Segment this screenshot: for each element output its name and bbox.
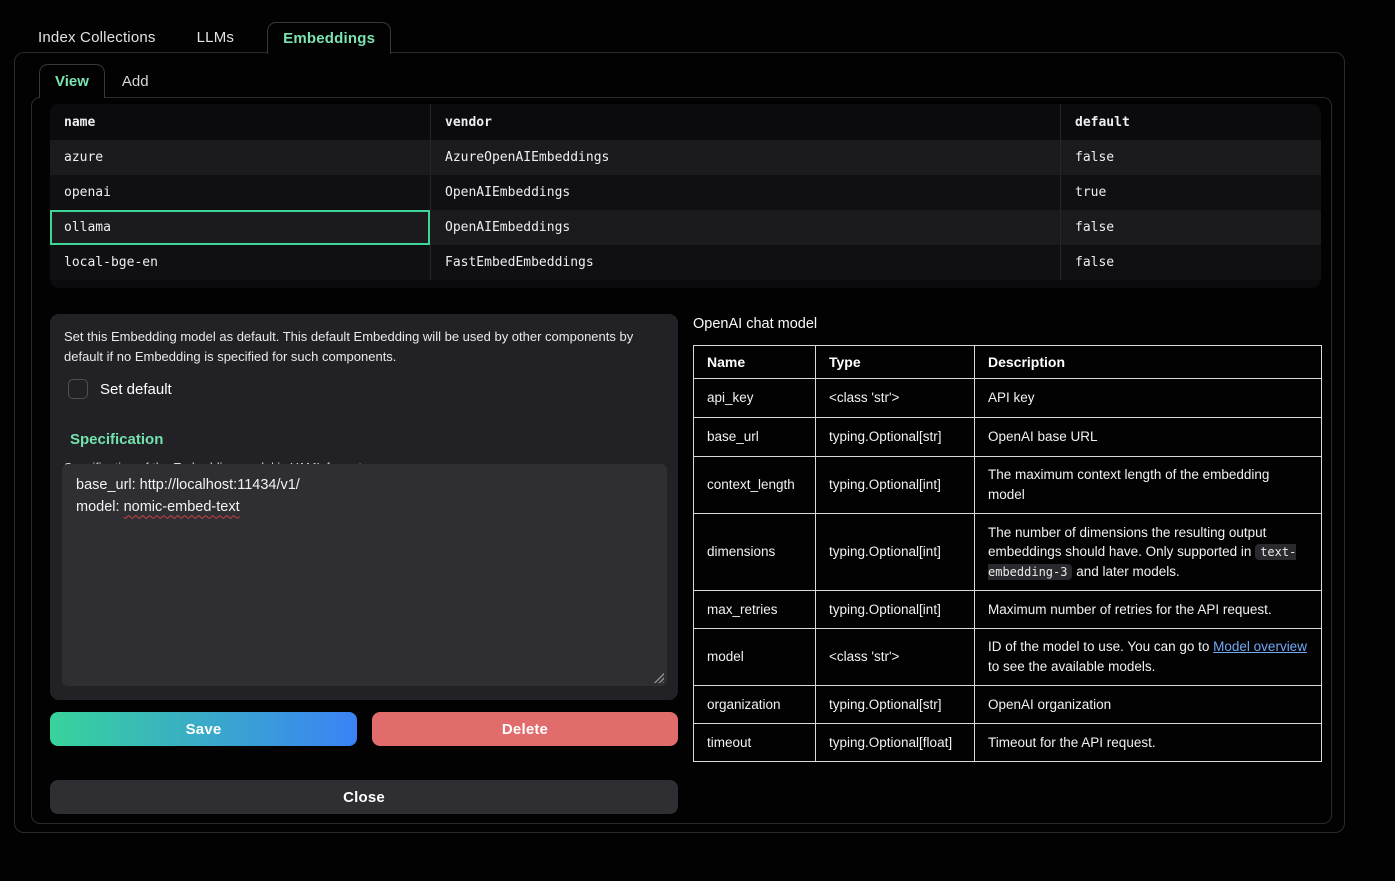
set-default-row: Set default bbox=[68, 379, 664, 399]
view-tab-panel: namevendordefaultazureAzureOpenAIEmbeddi… bbox=[31, 97, 1332, 824]
param-type: typing.Optional[int] bbox=[816, 591, 975, 629]
default-help-text: Set this Embedding model as default. Thi… bbox=[64, 327, 664, 366]
param-type: typing.Optional[str] bbox=[816, 418, 975, 457]
param-row-context_length: context_lengthtyping.Optional[int] The ma… bbox=[694, 457, 1322, 514]
description-text: Timeout for the API request. bbox=[988, 735, 1156, 750]
param-name: timeout bbox=[694, 724, 816, 762]
param-description: ID of the model to use. You can go to Mo… bbox=[975, 629, 1322, 686]
local-bge-en-name-cell[interactable]: local-bge-en bbox=[50, 245, 431, 280]
param-row-model: model<class 'str'>ID of the model to use… bbox=[694, 629, 1322, 686]
param-name: base_url bbox=[694, 418, 816, 457]
description-text: Maximum number of retries for the API re… bbox=[988, 602, 1272, 617]
save-button[interactable]: Save bbox=[50, 712, 357, 746]
openai-default-cell[interactable]: true bbox=[1061, 175, 1321, 210]
app-window: Index Collections LLMs Embeddings View A… bbox=[0, 0, 1395, 881]
params-header-row: NameTypeDescription bbox=[694, 346, 1322, 379]
param-row-dimensions: dimensionstyping.Optional[int] The number… bbox=[694, 514, 1322, 591]
param-description: API key bbox=[975, 379, 1322, 418]
param-type: <class 'str'> bbox=[816, 379, 975, 418]
column-header-name: name bbox=[50, 104, 431, 140]
param-row-api_key: api_key<class 'str'> API key bbox=[694, 379, 1322, 418]
ollama-name-cell[interactable]: ollama bbox=[50, 210, 431, 245]
table-row-openai[interactable]: openaiOpenAIEmbeddingstrue bbox=[50, 175, 1321, 210]
description-text: The number of dimensions the resulting o… bbox=[988, 525, 1266, 560]
description-text: The maximum context length of the embedd… bbox=[988, 467, 1269, 502]
openai-name-cell[interactable]: openai bbox=[50, 175, 431, 210]
model-overview-link[interactable]: Model overview bbox=[1213, 639, 1307, 654]
param-type: typing.Optional[int] bbox=[816, 514, 975, 591]
param-description: Timeout for the API request. bbox=[975, 724, 1322, 762]
param-description: Maximum number of retries for the API re… bbox=[975, 591, 1322, 629]
embeddings-table: namevendordefaultazureAzureOpenAIEmbeddi… bbox=[50, 104, 1321, 288]
param-name: max_retries bbox=[694, 591, 816, 629]
param-row-organization: organizationtyping.Optional[str] OpenAI o… bbox=[694, 686, 1322, 724]
embeddings-tab-panel: View Add namevendordefaultazureAzureOpen… bbox=[14, 52, 1345, 833]
tab-llms[interactable]: LLMs bbox=[180, 22, 251, 53]
param-name: organization bbox=[694, 686, 816, 724]
param-description: OpenAI base URL bbox=[975, 418, 1322, 457]
params-column-type: Type bbox=[816, 346, 975, 379]
local-bge-en-default-cell[interactable]: false bbox=[1061, 245, 1321, 280]
azure-default-cell[interactable]: false bbox=[1061, 140, 1321, 175]
params-panel-title: OpenAI chat model bbox=[693, 316, 817, 332]
spec-yaml-textarea[interactable]: base_url: http://localhost:11434/v1/ mod… bbox=[62, 464, 667, 686]
azure-vendor-cell[interactable]: AzureOpenAIEmbeddings bbox=[431, 140, 1061, 175]
param-description: OpenAI organization bbox=[975, 686, 1322, 724]
embedding-detail-panel: Set this Embedding model as default. Thi… bbox=[50, 314, 678, 700]
param-row-max_retries: max_retriestyping.Optional[int] Maximum n… bbox=[694, 591, 1322, 629]
yaml-line-1: base_url: http://localhost:11434/v1/ bbox=[76, 474, 653, 496]
param-type: typing.Optional[str] bbox=[816, 686, 975, 724]
param-description: The number of dimensions the resulting o… bbox=[975, 514, 1322, 591]
textarea-resize-handle[interactable] bbox=[653, 672, 664, 683]
param-name: dimensions bbox=[694, 514, 816, 591]
param-name: model bbox=[694, 629, 816, 686]
param-type: <class 'str'> bbox=[816, 629, 975, 686]
column-header-default: default bbox=[1061, 104, 1321, 140]
params-column-description: Description bbox=[975, 346, 1322, 379]
table-row-ollama[interactable]: ollamaOpenAIEmbeddingsfalse bbox=[50, 210, 1321, 245]
param-type: typing.Optional[float] bbox=[816, 724, 975, 762]
embeddings-table-header: namevendordefault bbox=[50, 104, 1321, 140]
description-text: API key bbox=[988, 390, 1035, 405]
set-default-checkbox[interactable] bbox=[68, 379, 88, 399]
tab-view[interactable]: View bbox=[39, 64, 105, 98]
description-text: OpenAI organization bbox=[988, 697, 1111, 712]
misspelled-word: nomic-embed-text bbox=[124, 499, 240, 515]
params-column-name: Name bbox=[694, 346, 816, 379]
specification-heading: Specification bbox=[70, 431, 664, 448]
params-table: NameTypeDescriptionapi_key<class 'str'>A… bbox=[693, 345, 1322, 762]
azure-name-cell[interactable]: azure bbox=[50, 140, 431, 175]
yaml-line-2: model: nomic-embed-text bbox=[76, 496, 653, 518]
description-text: ID of the model to use. You can go to bbox=[988, 639, 1213, 654]
openai-vendor-cell[interactable]: OpenAIEmbeddings bbox=[431, 175, 1061, 210]
param-name: context_length bbox=[694, 457, 816, 514]
column-header-vendor: vendor bbox=[431, 104, 1061, 140]
table-row-local-bge-en[interactable]: local-bge-enFastEmbedEmbeddingsfalse bbox=[50, 245, 1321, 280]
param-row-timeout: timeouttyping.Optional[float] Timeout for… bbox=[694, 724, 1322, 762]
ollama-vendor-cell[interactable]: OpenAIEmbeddings bbox=[431, 210, 1061, 245]
local-bge-en-vendor-cell[interactable]: FastEmbedEmbeddings bbox=[431, 245, 1061, 280]
tab-index-collections[interactable]: Index Collections bbox=[14, 22, 180, 53]
param-row-base_url: base_urltyping.Optional[str] OpenAI base … bbox=[694, 418, 1322, 457]
ollama-default-cell[interactable]: false bbox=[1061, 210, 1321, 245]
params-table-wrap: NameTypeDescriptionapi_key<class 'str'>A… bbox=[693, 345, 1321, 762]
description-text: to see the available models. bbox=[988, 659, 1155, 674]
close-button[interactable]: Close bbox=[50, 780, 678, 814]
tab-embeddings[interactable]: Embeddings bbox=[267, 22, 391, 54]
delete-button[interactable]: Delete bbox=[372, 712, 678, 746]
description-text: and later models. bbox=[1072, 564, 1179, 579]
tab-add[interactable]: Add bbox=[105, 64, 166, 98]
param-type: typing.Optional[int] bbox=[816, 457, 975, 514]
param-name: api_key bbox=[694, 379, 816, 418]
description-text: OpenAI base URL bbox=[988, 429, 1098, 444]
table-row-azure[interactable]: azureAzureOpenAIEmbeddingsfalse bbox=[50, 140, 1321, 175]
set-default-label: Set default bbox=[100, 381, 172, 398]
main-tab-bar: Index Collections LLMs Embeddings bbox=[14, 22, 391, 53]
param-description: The maximum context length of the embedd… bbox=[975, 457, 1322, 514]
sub-tab-bar: View Add bbox=[39, 64, 166, 98]
